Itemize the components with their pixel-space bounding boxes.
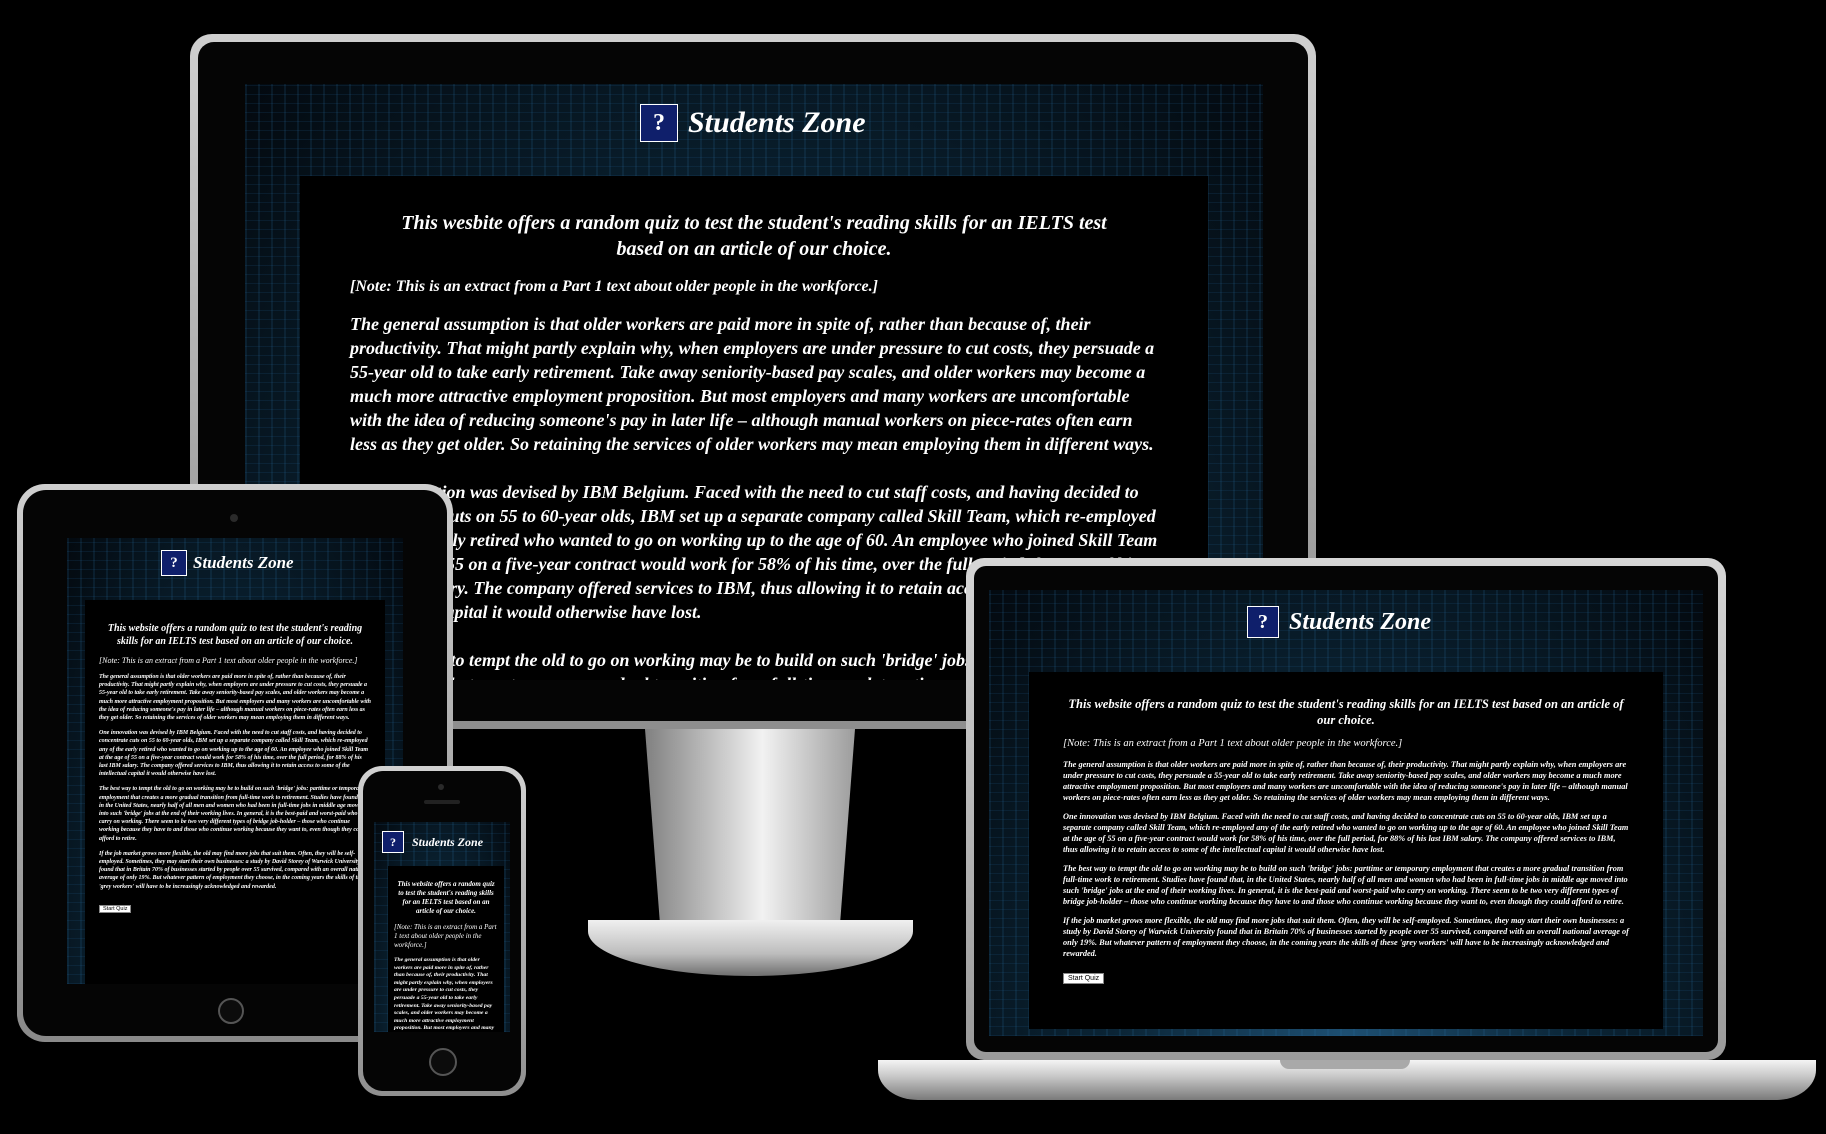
- laptop-screen: ? Students Zone This website offers a ra…: [989, 590, 1703, 1036]
- brand-title: Students Zone: [193, 553, 294, 572]
- laptop-lid: ? Students Zone This website offers a ra…: [966, 558, 1726, 1060]
- article-paragraph: The general assumption is that older wor…: [1063, 760, 1628, 802]
- logo-icon: ?: [1247, 606, 1279, 638]
- article-paragraph: If the job market grows more flexible, t…: [1063, 916, 1629, 958]
- intro-text: This website offers a random quiz to tes…: [1068, 697, 1624, 727]
- article-paragraph: The general assumption is that older wor…: [99, 674, 372, 722]
- monitor-stand-neck: [645, 729, 855, 924]
- article-paragraph: One innovation was devised by IBM Belgiu…: [99, 730, 369, 778]
- desktop-header[interactable]: ? Students Zone: [640, 104, 866, 142]
- phone-home-button[interactable]: [429, 1048, 457, 1076]
- phone-screen: ? Students Zone This website offers a ra…: [374, 822, 510, 1032]
- tablet-header[interactable]: ? Students Zone: [161, 550, 294, 576]
- intro-text: This website offers a random quiz to tes…: [107, 623, 363, 647]
- article-paragraph: One innovation was devised by IBM Belgiu…: [1063, 812, 1629, 854]
- article-paragraph: The general assumption is that older wor…: [350, 314, 1155, 454]
- article-paragraph: If the job market grows more flexible, t…: [99, 850, 370, 890]
- logo-icon: ?: [382, 831, 404, 853]
- article-note: [Note: This is an extract from a Part 1 …: [394, 923, 497, 949]
- tablet-screen: ? Students Zone This website offers a ra…: [67, 538, 403, 984]
- article-note: [Note: This is an extract from a Part 1 …: [99, 656, 358, 665]
- brand-title: Students Zone: [688, 106, 866, 139]
- phone-header[interactable]: ? Students Zone: [382, 831, 483, 853]
- tablet-home-button[interactable]: [218, 998, 244, 1024]
- tablet-content: This website offers a random quiz to tes…: [85, 600, 385, 984]
- logo-icon: ?: [161, 550, 187, 576]
- laptop-content: This website offers a random quiz to tes…: [1029, 672, 1663, 1029]
- article-note: [Note: This is an extract from a Part 1 …: [350, 278, 878, 295]
- laptop-header[interactable]: ? Students Zone: [1247, 606, 1431, 638]
- logo-icon: ?: [640, 104, 678, 142]
- start-quiz-button[interactable]: Start Quiz: [99, 904, 132, 913]
- article-paragraph: The best way to tempt the old to go on w…: [99, 786, 371, 842]
- brand-title: Students Zone: [412, 834, 484, 849]
- phone-speaker: [424, 800, 460, 804]
- brand-title: Students Zone: [1289, 608, 1432, 635]
- article-note: [Note: This is an extract from a Part 1 …: [1063, 738, 1403, 749]
- article-paragraph: The best way to tempt the old to go on w…: [1063, 864, 1628, 906]
- monitor-stand-base: [588, 920, 913, 976]
- article-paragraph: The general assumption is that older wor…: [394, 957, 495, 1032]
- start-quiz-button[interactable]: Start Quiz: [1063, 973, 1105, 984]
- intro-text: This website offers a random quiz to tes…: [397, 880, 495, 915]
- intro-text: This wesbite offers a random quiz to tes…: [401, 212, 1107, 260]
- phone-camera: [438, 784, 444, 790]
- phone-content: This website offers a random quiz to tes…: [388, 866, 504, 1032]
- laptop-notch: [1280, 1060, 1410, 1069]
- phone-frame: ? Students Zone This website offers a ra…: [358, 766, 526, 1096]
- tablet-camera: [230, 514, 238, 522]
